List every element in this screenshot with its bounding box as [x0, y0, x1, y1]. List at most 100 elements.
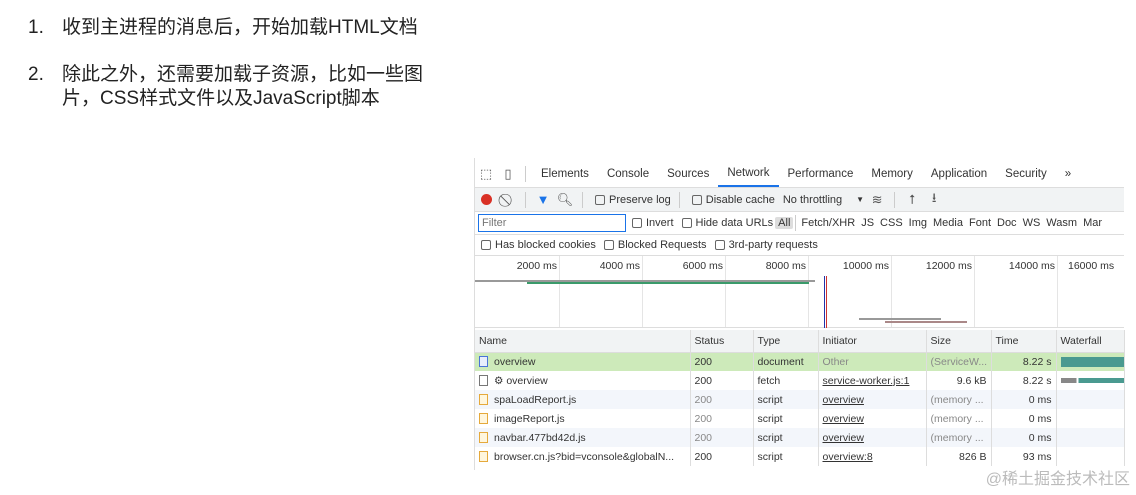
network-conditions-icon[interactable]: ≋: [866, 190, 888, 210]
invert-checkbox[interactable]: Invert: [626, 217, 674, 229]
cell-type: document: [753, 352, 819, 371]
initiator-link[interactable]: overview: [818, 428, 927, 447]
col-initiator[interactable]: Initiator: [818, 330, 927, 353]
cell-status: 200: [690, 371, 754, 390]
tick-label: 8000 ms: [765, 260, 806, 272]
hide-data-urls-checkbox[interactable]: Hide data URLs: [676, 217, 773, 229]
col-waterfall[interactable]: Waterfall: [1056, 330, 1125, 353]
filter-icon[interactable]: ▼: [532, 190, 554, 210]
table-header: Name Status Type Initiator Size Time Wat…: [475, 330, 1125, 353]
divider: [795, 215, 797, 231]
throttling-select[interactable]: No throttling ▼: [783, 194, 864, 206]
request-filters: Has blocked cookies Blocked Requests 3rd…: [475, 235, 1124, 256]
search-icon[interactable]: 🔍︎: [554, 190, 576, 210]
cell-status: 200: [690, 390, 754, 409]
col-type[interactable]: Type: [753, 330, 819, 353]
col-name[interactable]: Name: [475, 330, 691, 353]
network-toolbar: ⃠ ▼ 🔍︎ Preserve log Disable cache No thr…: [475, 188, 1124, 212]
cell-waterfall: [1056, 371, 1125, 390]
load-line: [826, 276, 827, 328]
cell-size: (ServiceW...: [926, 352, 992, 371]
filter-css[interactable]: CSS: [877, 217, 906, 229]
checkbox-box: [603, 240, 614, 250]
tick-label: 16000 ms: [1068, 260, 1115, 272]
filter-font[interactable]: Font: [966, 217, 994, 229]
cell-type: script: [753, 390, 819, 409]
filter-wasm[interactable]: Wasm: [1043, 217, 1080, 229]
initiator-link[interactable]: overview: [818, 409, 927, 428]
col-size[interactable]: Size: [926, 330, 992, 353]
initiator-link[interactable]: overview:8: [818, 447, 927, 466]
filter-media[interactable]: Media: [930, 217, 966, 229]
cell-size: (memory ...: [926, 390, 992, 409]
filter-img[interactable]: Img: [906, 217, 930, 229]
cell-type: script: [753, 428, 819, 447]
cell-waterfall: [1056, 390, 1125, 409]
inspect-icon[interactable]: ⬚: [475, 164, 497, 184]
tab-security[interactable]: Security: [996, 161, 1056, 187]
tab-console[interactable]: Console: [598, 161, 658, 187]
bullet-list: 1. 收到主进程的消息后，开始加载HTML文档 2. 除此之外，还需要加载子资源，比…: [28, 16, 428, 134]
table-row[interactable]: browser.cn.js?bid=vconsole&globalN... 20…: [475, 447, 1125, 466]
tab-elements[interactable]: Elements: [532, 161, 598, 187]
checkbox-box: [481, 240, 491, 250]
col-status[interactable]: Status: [690, 330, 754, 353]
record-icon[interactable]: [475, 190, 497, 210]
initiator-link[interactable]: service-worker.js:1: [818, 371, 927, 390]
tab-application[interactable]: Application: [922, 161, 996, 187]
filter-doc[interactable]: Doc: [994, 217, 1020, 229]
cell-time: 8.22 s: [991, 371, 1057, 390]
cell-name: browser.cn.js?bid=vconsole&globalN...: [475, 447, 691, 466]
table-row[interactable]: ⚙ overview 200 fetch service-worker.js:1…: [475, 371, 1125, 390]
dropdown-arrow-icon: ▼: [856, 195, 865, 204]
tab-memory[interactable]: Memory: [862, 161, 922, 187]
cell-type: fetch: [753, 371, 819, 390]
filter-js[interactable]: JS: [858, 217, 877, 229]
cell-name: imageReport.js: [475, 409, 691, 428]
checkbox-box: [632, 218, 642, 228]
cell-time: 0 ms: [991, 409, 1057, 428]
preserve-log-checkbox[interactable]: Preserve log: [589, 194, 671, 206]
table-row[interactable]: spaLoadReport.js 200 script overview (me…: [475, 390, 1125, 409]
import-har-icon[interactable]: ⭡: [901, 190, 923, 210]
checkbox-box: [714, 240, 725, 250]
filter-manifest[interactable]: Mar: [1080, 217, 1105, 229]
timeline-overview[interactable]: 2000 ms 4000 ms 6000 ms 8000 ms 10000 ms…: [475, 256, 1124, 328]
tab-performance[interactable]: Performance: [779, 161, 863, 187]
third-party-checkbox[interactable]: 3rd-party requests: [709, 239, 818, 251]
cell-type: script: [753, 409, 819, 428]
filter-all[interactable]: All: [775, 217, 794, 229]
cell-name: overview: [475, 352, 691, 371]
cell-status: 200: [690, 409, 754, 428]
filter-ws[interactable]: WS: [1020, 217, 1044, 229]
table-row[interactable]: imageReport.js 200 script overview (memo…: [475, 409, 1125, 428]
table-row[interactable]: overview 200 document Other (ServiceW...…: [475, 352, 1125, 371]
tab-sources[interactable]: Sources: [658, 161, 718, 187]
devtools-tabs: ⬚ ▯ Elements Console Sources Network Per…: [475, 161, 1124, 188]
script-icon: [479, 413, 488, 425]
table-row[interactable]: navbar.477bd42d.js 200 script overview (…: [475, 428, 1125, 447]
cell-waterfall: [1056, 409, 1125, 428]
checkbox-box: [681, 218, 692, 228]
col-time[interactable]: Time: [991, 330, 1057, 353]
cell-time: 93 ms: [991, 447, 1057, 466]
divider: [894, 191, 896, 208]
filter-input[interactable]: [478, 214, 626, 232]
divider: [582, 191, 583, 208]
document-icon: [479, 356, 488, 368]
tab-network[interactable]: Network: [718, 161, 779, 187]
disable-cache-checkbox[interactable]: Disable cache: [686, 194, 775, 206]
cell-name: spaLoadReport.js: [475, 390, 691, 409]
divider: [525, 166, 526, 182]
clear-icon[interactable]: ⃠: [497, 190, 519, 210]
blocked-cookies-checkbox[interactable]: Has blocked cookies: [475, 239, 596, 251]
blocked-requests-checkbox[interactable]: Blocked Requests: [598, 239, 707, 251]
device-toolbar-icon[interactable]: ▯: [497, 164, 519, 184]
tick-label: 6000 ms: [682, 260, 723, 272]
cell-waterfall: [1056, 428, 1125, 447]
export-har-icon[interactable]: ⭳: [923, 190, 945, 210]
more-tabs-button[interactable]: »: [1056, 161, 1080, 187]
tick-label: 4000 ms: [599, 260, 640, 272]
initiator-link[interactable]: overview: [818, 390, 927, 409]
filter-fetch-xhr[interactable]: Fetch/XHR: [798, 217, 858, 229]
